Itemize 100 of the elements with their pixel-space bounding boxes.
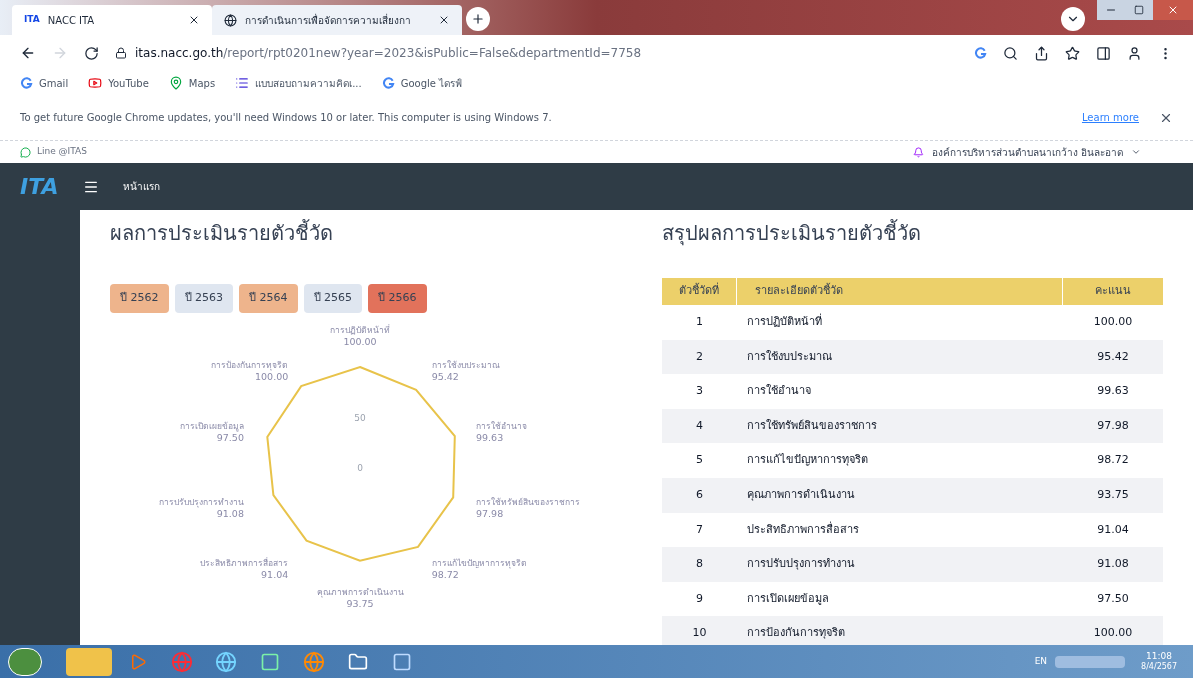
maximize-button[interactable] — [1125, 0, 1153, 20]
lock-icon — [115, 47, 127, 59]
globe-icon — [224, 13, 237, 27]
table-cell-text: 2 — [695, 348, 704, 365]
new-tab-button[interactable] — [466, 7, 490, 31]
organization-menu[interactable]: องค์การบริหารส่วนตำบลนาเกว้าง อินละอาด — [912, 144, 1141, 160]
map-pin-icon — [168, 76, 183, 90]
year-button[interactable]: ปี 2562 — [110, 284, 169, 313]
section-title: ผลการประเมินรายตัวชี้วัด — [110, 218, 334, 247]
google-icon — [381, 76, 395, 90]
close-icon — [1167, 4, 1179, 16]
bookmark-link[interactable]: แบบสอบถามความคิดเ... — [235, 75, 362, 91]
value-label: 91.04 — [261, 568, 289, 580]
tab-title: NACC ITA — [47, 13, 96, 28]
table-cell-text: ประสิทธิภาพการสื่อสาร — [746, 521, 860, 538]
update-message: To get future Google Chrome updates, you'll need Windows 10 or later. This computer is using Windows 7. — [20, 111, 553, 125]
axis-label: การแก้ไขปัญหาการทุจริต — [431, 557, 527, 568]
home-link[interactable]: หน้าแรก — [122, 179, 160, 194]
learn-more-link[interactable]: Learn more — [1081, 110, 1139, 125]
value-label: 97.98 — [476, 507, 504, 519]
back-icon[interactable] — [20, 45, 36, 61]
value-label: 91.08 — [216, 507, 244, 519]
table-cell-text: 91.08 — [1096, 556, 1130, 573]
table-cell-text: 100.00 — [1092, 314, 1134, 331]
minimize-button[interactable] — [1097, 0, 1125, 20]
axis-label: คุณภาพการดำเนินงาน — [316, 586, 404, 597]
caret-icon — [1131, 147, 1141, 157]
value-label: 99.63 — [476, 431, 504, 443]
google-icon — [20, 76, 33, 90]
maximize-icon — [1134, 5, 1144, 15]
reload-icon[interactable] — [84, 45, 99, 61]
bookmark-link[interactable]: Google ไดรฟ์ — [381, 75, 463, 91]
axis-label: การใช้งบประมาณ — [431, 359, 500, 370]
table-cell-text: 1 — [695, 314, 704, 331]
list-icon — [235, 76, 250, 90]
table-cell-text: 10 — [691, 625, 708, 642]
table-cell-text: 95.42 — [1096, 348, 1130, 365]
close-icon[interactable] — [438, 14, 450, 26]
tab-title: การดำเนินการเพื่อจัดการความเสี่ยงกา — [245, 12, 412, 28]
browser-tab[interactable]: ITA NACC ITA — [12, 5, 212, 35]
table-cell-text: การป้องกันการทุจริต — [746, 625, 846, 642]
table-cell-text: การใช้อำนาจ — [746, 383, 812, 400]
year-button[interactable]: ปี 2565 — [303, 284, 362, 313]
line-link[interactable]: Line @ITAS — [20, 145, 87, 159]
year-button[interactable]: ปี 2563 — [174, 284, 233, 313]
table-cell-text: 5 — [695, 452, 704, 469]
table-cell-text: การปรับปรุงการทำงาน — [746, 556, 856, 573]
value-label: 97.50 — [216, 431, 244, 443]
value-label: 100.00 — [343, 335, 377, 347]
table-cell-text: 6 — [695, 487, 704, 503]
tick-label: 0 — [357, 462, 363, 473]
table-cell-text: 99.63 — [1096, 383, 1130, 400]
table-cell-text: การปฏิบัติหน้าที่ — [746, 314, 823, 331]
axis-label: การเปิดเผยข้อมูล — [179, 420, 244, 431]
table-cell-text: 9 — [695, 590, 704, 607]
zoom-icon[interactable] — [1003, 45, 1018, 61]
axis-label: ประสิทธิภาพการสื่อสาร — [200, 557, 289, 568]
table-cell-text: 8 — [695, 556, 704, 573]
value-label: 95.42 — [431, 370, 459, 382]
start-button[interactable] — [8, 647, 42, 676]
bookmark-star-icon[interactable] — [1065, 45, 1080, 61]
side-panel-icon[interactable] — [1096, 45, 1111, 61]
table-cell-text: 3 — [695, 383, 704, 400]
play-icon — [88, 76, 103, 90]
table-cell-text: 91.04 — [1096, 521, 1130, 538]
browser-tab[interactable]: การดำเนินการเพื่อจัดการความเสี่ยงกา — [212, 5, 462, 35]
profile-icon[interactable] — [1127, 45, 1142, 61]
address-field[interactable]: itas.nacc.go.th/report/rpt0201new?year=2023&isPublic=False&departmentId=7758 — [115, 44, 958, 62]
year-button[interactable]: ปี 2564 — [239, 284, 298, 313]
table-cell-text: 97.98 — [1096, 417, 1130, 434]
column-header: คะแนน — [1094, 283, 1132, 300]
tab-search-button[interactable] — [1061, 7, 1085, 31]
bell-icon — [912, 146, 924, 158]
bookmark-link[interactable]: Maps — [168, 75, 216, 91]
table-cell-text: 93.75 — [1096, 487, 1130, 503]
site-logo: ITA — [20, 173, 59, 201]
axis-label: การปฏิบัติหน้าที่ — [330, 324, 390, 335]
tick-label: 50 — [354, 412, 366, 423]
table-cell-text: คุณภาพการดำเนินงาน — [746, 487, 856, 503]
axis-label: การปรับปรุงการทำงาน — [158, 496, 244, 507]
section-title: สรุปผลการประเมินรายตัวชี้วัด — [662, 218, 922, 248]
value-label: 98.72 — [431, 568, 459, 580]
value-label: 93.75 — [346, 597, 374, 609]
bookmark-link[interactable]: Gmail — [20, 75, 69, 91]
table-cell-text: 4 — [695, 417, 704, 434]
tab-logo: ITA — [24, 13, 40, 27]
table-cell-text: การใช้ทรัพย์สินของราชการ — [746, 417, 878, 434]
axis-label: การใช้อำนาจ — [476, 420, 528, 431]
plus-icon — [471, 12, 485, 26]
axis-label: การใช้ทรัพย์สินของราชการ — [476, 496, 581, 507]
axis-label: การป้องกันการทุจริต — [211, 359, 289, 370]
table-cell-text: การเปิดเผยข้อมูล — [746, 590, 830, 607]
table-cell-text: 97.50 — [1096, 590, 1130, 607]
google-icon[interactable] — [974, 46, 987, 60]
table-cell-text: การใช้งบประมาณ — [746, 348, 833, 365]
close-icon[interactable] — [188, 14, 200, 26]
chat-icon — [20, 146, 31, 158]
bookmark-link[interactable]: YouTube — [88, 75, 149, 91]
share-icon[interactable] — [1034, 45, 1049, 61]
value-label: 100.00 — [255, 370, 289, 382]
